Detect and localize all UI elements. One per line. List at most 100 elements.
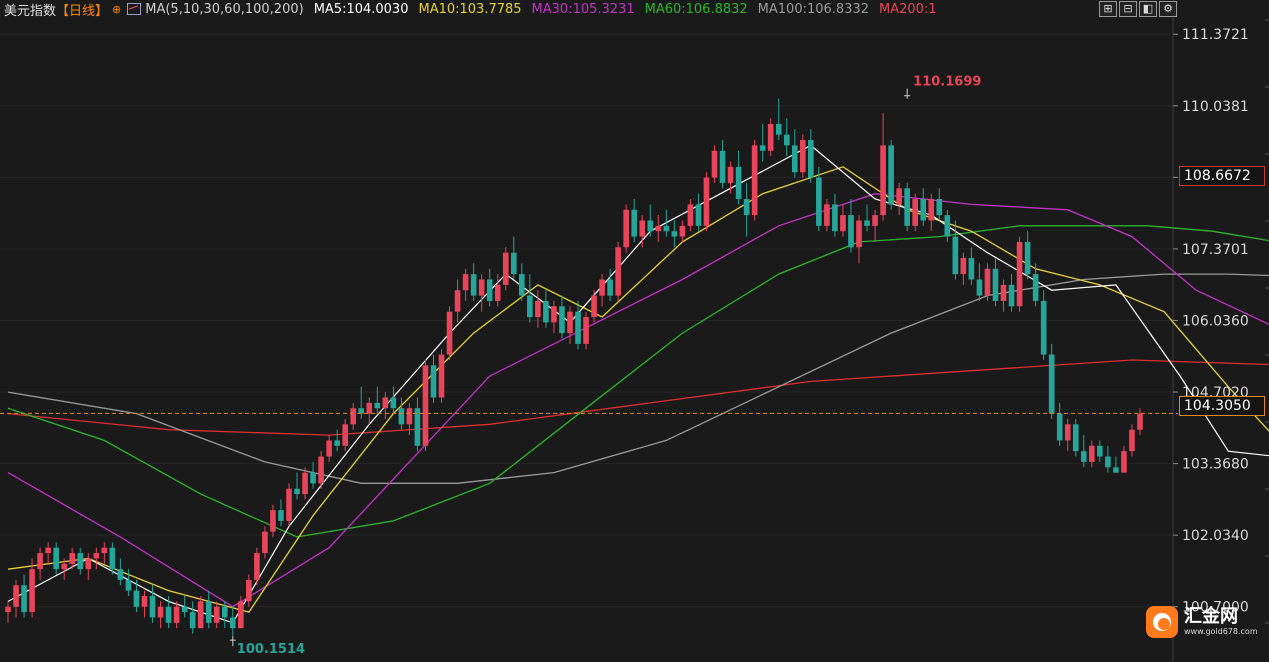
candle-up[interactable] <box>366 402 373 414</box>
candle-down[interactable] <box>109 547 116 570</box>
candle-down[interactable] <box>671 231 678 237</box>
candle-up[interactable] <box>767 123 774 151</box>
candle-down[interactable] <box>398 408 405 425</box>
candle-down[interactable] <box>229 617 236 629</box>
candle-up[interactable] <box>93 553 100 559</box>
candle-down[interactable] <box>374 402 381 409</box>
candle-up[interactable] <box>141 595 148 607</box>
candle-down[interactable] <box>832 204 838 232</box>
candle-down[interactable] <box>735 166 742 200</box>
candle-up[interactable] <box>5 606 11 613</box>
candle-down[interactable] <box>1048 354 1055 414</box>
candle-down[interactable] <box>1105 456 1111 468</box>
candle-up[interactable] <box>856 220 862 248</box>
candle-up[interactable] <box>703 177 710 226</box>
period-label[interactable]: 【日线】 <box>56 0 108 19</box>
candle-down[interactable] <box>1008 284 1015 307</box>
candle-up[interactable] <box>342 424 349 446</box>
candle-down[interactable] <box>527 295 533 318</box>
candle-down[interactable] <box>936 199 943 216</box>
candle-up[interactable] <box>928 199 935 221</box>
candle-up[interactable] <box>567 311 573 334</box>
candle-down[interactable] <box>125 579 132 591</box>
candle-down[interactable] <box>117 569 124 580</box>
candle-down[interactable] <box>133 590 140 607</box>
candle-down[interactable] <box>294 488 300 495</box>
indicator-chart-icon[interactable] <box>127 3 142 15</box>
candle-up[interactable] <box>551 306 557 323</box>
candle-down[interactable] <box>976 279 983 296</box>
candle-up[interactable] <box>655 225 662 232</box>
candle-up[interactable] <box>69 553 76 564</box>
candle-down[interactable] <box>310 472 316 484</box>
candle-up[interactable] <box>960 258 967 275</box>
candle-down[interactable] <box>647 220 654 232</box>
candle-up[interactable] <box>824 204 830 226</box>
candle-up[interactable] <box>157 606 164 618</box>
candle-down[interactable] <box>390 397 397 409</box>
candle-down[interactable] <box>334 440 340 446</box>
candle-down[interactable] <box>205 601 212 623</box>
candle-down[interactable] <box>1032 274 1039 301</box>
candle-up[interactable] <box>599 279 605 296</box>
candle-down[interactable] <box>165 606 172 623</box>
candle-up[interactable] <box>318 456 324 484</box>
candle-up[interactable] <box>173 606 180 623</box>
candle-down[interactable] <box>1113 467 1119 473</box>
circle-plus-icon[interactable]: ⊕ <box>112 3 121 16</box>
candle-down[interactable] <box>430 365 437 398</box>
candle-down[interactable] <box>1097 445 1103 457</box>
candle-up[interactable] <box>1137 413 1143 430</box>
candle-up[interactable] <box>615 247 621 296</box>
candle-up[interactable] <box>350 408 357 425</box>
candle-up[interactable] <box>1089 445 1095 462</box>
candle-up[interactable] <box>478 279 485 296</box>
candle-up[interactable] <box>984 268 991 296</box>
candle-up[interactable] <box>213 606 220 623</box>
candle-up[interactable] <box>1016 241 1023 307</box>
candle-down[interactable] <box>470 274 477 296</box>
candle-down[interactable] <box>775 123 782 135</box>
candle-down[interactable] <box>743 199 750 216</box>
candle-up[interactable] <box>896 188 902 205</box>
candle-up[interactable] <box>61 563 68 570</box>
candle-up[interactable] <box>1000 284 1007 301</box>
candle-down[interactable] <box>783 134 790 146</box>
candle-down[interactable] <box>631 209 638 237</box>
candle-up[interactable] <box>197 601 204 629</box>
candle-down[interactable] <box>358 408 365 414</box>
candle-down[interactable] <box>53 547 59 570</box>
candle-down[interactable] <box>808 140 814 178</box>
candle-up[interactable] <box>679 225 686 237</box>
candle-down[interactable] <box>663 225 670 232</box>
candle-up[interactable] <box>535 300 541 318</box>
candle-up[interactable] <box>462 274 469 291</box>
candle-up[interactable] <box>751 145 758 216</box>
candle-up[interactable] <box>583 317 589 344</box>
candle-up[interactable] <box>1129 429 1135 452</box>
zoom-out-icon[interactable]: ⊟ <box>1119 1 1137 17</box>
candle-up[interactable] <box>799 140 806 173</box>
candle-down[interactable] <box>278 510 284 521</box>
back-icon[interactable]: ◧ <box>1139 1 1157 17</box>
candle-up[interactable] <box>872 215 878 226</box>
candle-down[interactable] <box>575 311 581 344</box>
candle-up[interactable] <box>687 204 694 226</box>
candle-up[interactable] <box>406 408 413 425</box>
candle-up[interactable] <box>454 290 461 312</box>
candle-up[interactable] <box>840 215 846 232</box>
candle-down[interactable] <box>543 300 549 323</box>
candle-down[interactable] <box>719 150 726 183</box>
candle-up[interactable] <box>711 150 718 178</box>
candlestick-chart[interactable]: 111.3721110.0381108.7041107.3701106.0360… <box>0 0 1269 662</box>
candle-up[interactable] <box>494 284 501 301</box>
candle-up[interactable] <box>45 547 51 554</box>
candle-up[interactable] <box>286 488 292 521</box>
candle-up[interactable] <box>246 579 252 602</box>
candle-up[interactable] <box>912 199 919 226</box>
candle-down[interactable] <box>952 236 959 275</box>
candle-down[interactable] <box>968 258 975 280</box>
candle-up[interactable] <box>29 569 35 613</box>
candle-up[interactable] <box>101 547 108 554</box>
candle-up[interactable] <box>438 354 445 398</box>
